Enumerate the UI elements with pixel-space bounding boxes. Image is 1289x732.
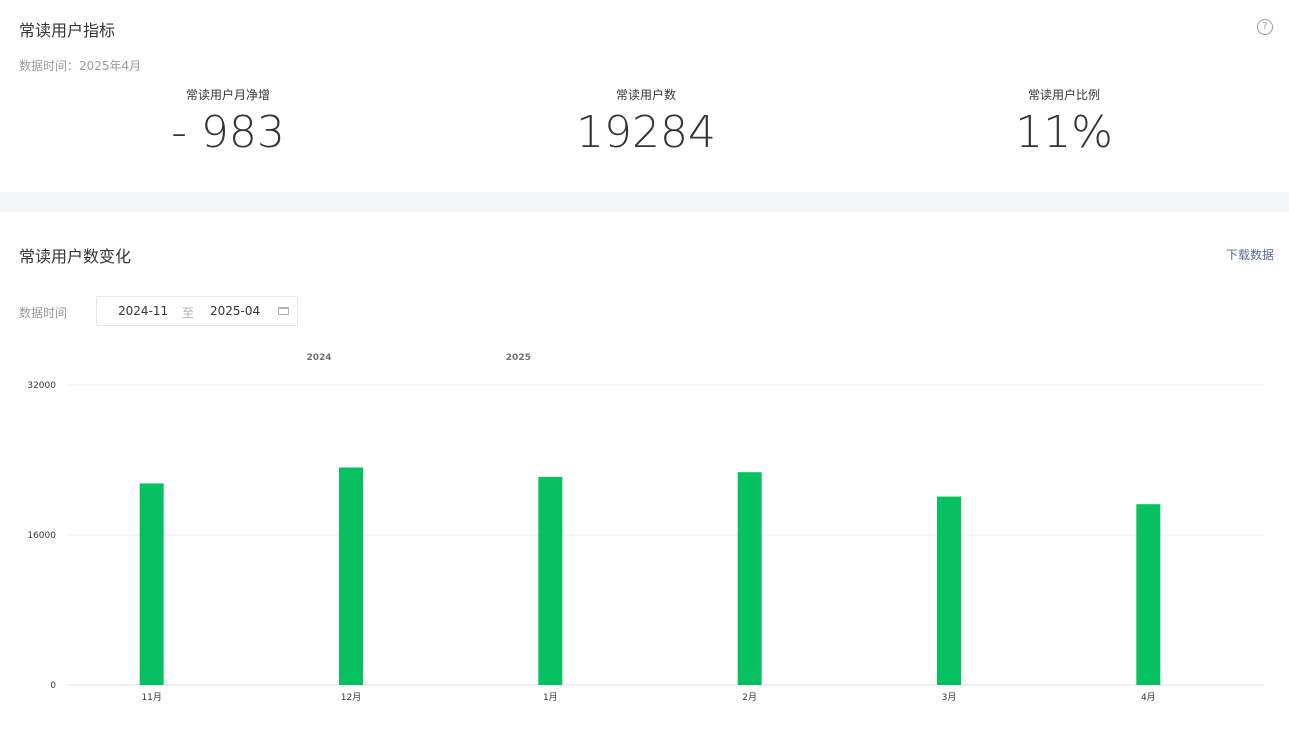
- overview-data-time: 数据时间：2025年4月: [19, 59, 142, 73]
- trend-title: 常读用户数变化: [19, 247, 132, 266]
- bar-11月: [139, 483, 164, 685]
- panel-divider: [0, 192, 1289, 212]
- range-start-input[interactable]: 2024-11: [118, 304, 168, 318]
- stat-monthly-net-increase: 常读用户月净增 - 983: [108, 87, 348, 161]
- x-tick-label: 12月: [341, 692, 361, 703]
- bar-12月: [339, 467, 363, 685]
- calendar-icon[interactable]: [278, 307, 289, 315]
- year-label: 2025: [506, 353, 531, 363]
- stat-regular-readers: 常读用户数 19284: [526, 87, 766, 161]
- stat-value: 11%: [1015, 107, 1113, 158]
- stat-regular-reader-ratio: 常读用户比例 11%: [944, 87, 1184, 161]
- x-tick-label: 11月: [141, 692, 161, 703]
- stat-value: 19284: [576, 107, 716, 158]
- range-end-input[interactable]: 2025-04: [210, 304, 260, 318]
- y-tick-label: 0: [50, 681, 56, 691]
- overview-title: 常读用户指标: [19, 21, 116, 40]
- download-data-link[interactable]: 下载数据: [1226, 246, 1274, 263]
- stat-label: 常读用户数: [615, 88, 676, 102]
- year-label: 2024: [306, 353, 331, 363]
- x-tick-label: 1月: [543, 692, 558, 703]
- stat-value: - 983: [171, 107, 285, 158]
- x-tick-label: 2月: [742, 692, 757, 703]
- range-label: 数据时间: [19, 306, 68, 320]
- x-tick-label: 4月: [1141, 692, 1156, 703]
- y-tick-label: 16000: [27, 531, 56, 541]
- stat-label: 常读用户月净增: [185, 88, 270, 102]
- stat-label: 常读用户比例: [1027, 88, 1100, 102]
- date-range-picker[interactable]: 2024-11 至 2025-04: [96, 296, 298, 326]
- bar-4月: [1136, 504, 1161, 685]
- bar-3月: [937, 496, 961, 685]
- bar-1月: [538, 476, 563, 685]
- help-icon[interactable]: ?: [1257, 19, 1273, 35]
- y-tick-label: 32000: [27, 381, 56, 391]
- x-tick-label: 3月: [942, 692, 957, 703]
- bar-2月: [737, 472, 762, 685]
- range-separator: 至: [182, 306, 195, 320]
- regular-readers-bar-chart: 0 16000 32000 11月 12月 1月 2月 3月 4月 2024 2025: [27, 353, 1264, 703]
